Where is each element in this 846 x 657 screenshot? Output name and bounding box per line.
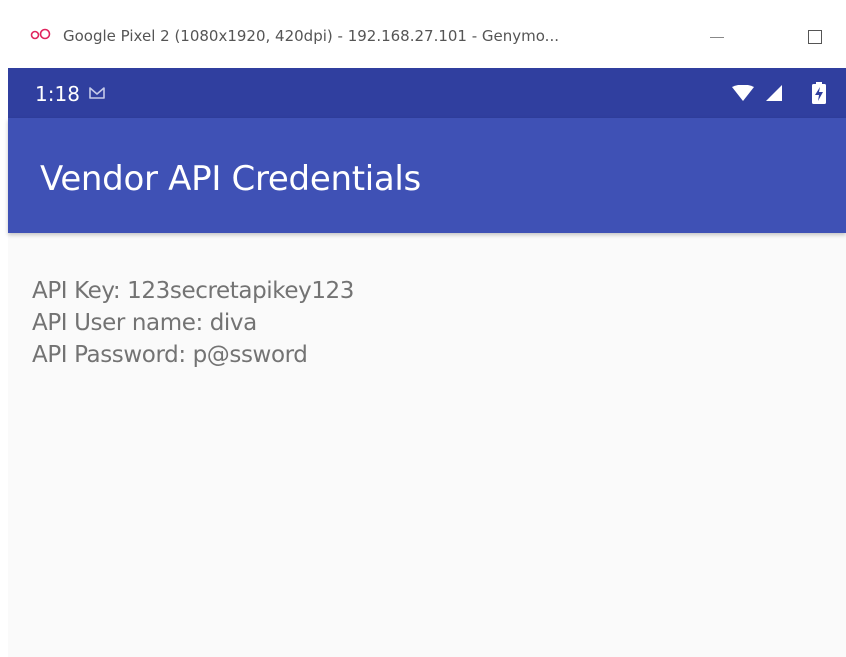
- emulator-window-titlebar: Google Pixel 2 (1080x1920, 420dpi) - 192…: [0, 0, 846, 68]
- minimize-button[interactable]: [702, 22, 732, 52]
- device-screen: 1:18 Vendor API Credentials API Key: 123…: [8, 68, 846, 657]
- battery-charging-icon: [812, 82, 826, 104]
- credentials-content: API Key: 123secretapikey123 API User nam…: [32, 275, 354, 371]
- api-key-text: API Key: 123secretapikey123: [32, 278, 355, 304]
- wifi-icon: [732, 85, 754, 101]
- genymotion-logo-icon: [30, 28, 51, 40]
- window-title: Google Pixel 2 (1080x1920, 420dpi) - 192…: [63, 27, 559, 45]
- status-bar: 1:18: [8, 68, 846, 118]
- maximize-button[interactable]: [800, 22, 830, 52]
- maximize-icon: [808, 30, 822, 44]
- status-time: 1:18: [35, 82, 80, 106]
- signal-icon: [766, 85, 782, 101]
- app-title: Vendor API Credentials: [40, 159, 421, 199]
- api-username-text: API User name: diva: [32, 310, 257, 336]
- gmail-notification-icon: [89, 87, 105, 99]
- minimize-icon: [710, 36, 724, 38]
- api-password-text: API Password: p@ssword: [32, 342, 308, 368]
- app-bar: Vendor API Credentials: [8, 118, 846, 233]
